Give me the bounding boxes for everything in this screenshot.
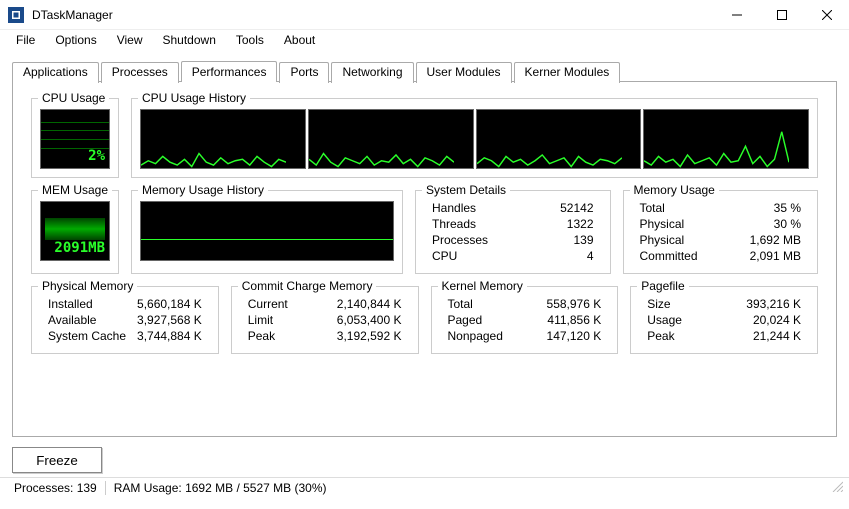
pf-usage-k: Usage xyxy=(639,313,714,329)
mu-physmb-k: Physical xyxy=(632,233,724,249)
title-bar: DTaskManager xyxy=(0,0,849,30)
freeze-button[interactable]: Freeze xyxy=(12,447,102,473)
km-paged-v: 411,856 K xyxy=(525,313,610,329)
pm-syscache-v: 3,744,884 K xyxy=(132,329,210,345)
pf-size-v: 393,216 K xyxy=(714,297,809,313)
status-ram: RAM Usage: 1692 MB / 5527 MB (30%) xyxy=(106,481,335,495)
menu-options[interactable]: Options xyxy=(45,31,106,49)
legend-system-details: System Details xyxy=(422,183,510,197)
mu-physpct-k: Physical xyxy=(632,217,724,233)
tab-user-modules[interactable]: User Modules xyxy=(416,62,512,83)
pf-peak-v: 21,244 K xyxy=(714,329,809,345)
km-total-k: Total xyxy=(440,297,525,313)
app-icon xyxy=(8,7,24,23)
menu-tools[interactable]: Tools xyxy=(226,31,274,49)
legend-cpu-history: CPU Usage History xyxy=(138,91,250,105)
mu-physmb-v: 1,692 MB xyxy=(724,233,809,249)
group-memory-usage: Memory Usage Total35 % Physical30 % Phys… xyxy=(623,190,819,274)
sd-processes-k: Processes xyxy=(424,233,524,249)
pm-installed-k: Installed xyxy=(40,297,132,313)
pm-installed-v: 5,660,184 K xyxy=(132,297,210,313)
sd-threads-v: 1322 xyxy=(524,217,601,233)
close-button[interactable] xyxy=(804,0,849,30)
sd-handles-k: Handles xyxy=(424,201,524,217)
mem-usage-gauge: 2091MB xyxy=(40,201,110,261)
status-bar: Processes: 139 RAM Usage: 1692 MB / 5527… xyxy=(0,477,849,497)
pm-available-k: Available xyxy=(40,313,132,329)
cc-peak-v: 3,192,592 K xyxy=(312,329,409,345)
mu-physpct-v: 30 % xyxy=(724,217,809,233)
tab-row: Applications Processes Performances Port… xyxy=(12,60,849,81)
group-kernel-memory: Kernel Memory Total558,976 K Paged411,85… xyxy=(431,286,619,354)
resize-grip-icon[interactable] xyxy=(831,480,843,495)
menu-file[interactable]: File xyxy=(6,31,45,49)
sd-cpu-k: CPU xyxy=(424,249,524,265)
legend-mem-usage: MEM Usage xyxy=(38,183,112,197)
maximize-button[interactable] xyxy=(759,0,804,30)
group-mem-usage: MEM Usage 2091MB xyxy=(31,190,119,274)
mu-committed-k: Committed xyxy=(632,249,724,265)
legend-pagefile: Pagefile xyxy=(637,279,688,293)
mu-total-v: 35 % xyxy=(724,201,809,217)
tab-panel: CPU Usage 2% CPU Usage History MEM Usage… xyxy=(12,81,837,437)
menu-shutdown[interactable]: Shutdown xyxy=(153,31,226,49)
pf-usage-v: 20,024 K xyxy=(714,313,809,329)
legend-mem-history: Memory Usage History xyxy=(138,183,268,197)
legend-physical-memory: Physical Memory xyxy=(38,279,137,293)
cc-current-v: 2,140,844 K xyxy=(312,297,409,313)
bottom-bar: Freeze xyxy=(0,443,849,477)
cpu-history-3 xyxy=(643,109,809,169)
tab-processes[interactable]: Processes xyxy=(101,62,179,83)
tab-ports[interactable]: Ports xyxy=(279,62,329,83)
group-physical-memory: Physical Memory Installed5,660,184 K Ava… xyxy=(31,286,219,354)
cc-limit-k: Limit xyxy=(240,313,313,329)
mu-total-k: Total xyxy=(632,201,724,217)
pf-size-k: Size xyxy=(639,297,714,313)
km-nonpaged-k: Nonpaged xyxy=(440,329,525,345)
menu-about[interactable]: About xyxy=(274,31,325,49)
group-cpu-history: CPU Usage History xyxy=(131,98,818,178)
tab-networking[interactable]: Networking xyxy=(331,62,413,83)
pf-peak-k: Peak xyxy=(639,329,714,345)
pm-available-v: 3,927,568 K xyxy=(132,313,210,329)
pm-syscache-k: System Cache xyxy=(40,329,132,345)
sd-processes-v: 139 xyxy=(524,233,601,249)
minimize-button[interactable] xyxy=(714,0,759,30)
legend-commit-charge: Commit Charge Memory xyxy=(238,279,377,293)
km-total-v: 558,976 K xyxy=(525,297,610,313)
legend-kernel-memory: Kernel Memory xyxy=(438,279,527,293)
menu-bar: File Options View Shutdown Tools About xyxy=(0,30,849,50)
menu-view[interactable]: View xyxy=(107,31,153,49)
km-paged-k: Paged xyxy=(440,313,525,329)
tab-kerner-modules[interactable]: Kerner Modules xyxy=(514,62,621,83)
sd-threads-k: Threads xyxy=(424,217,524,233)
mem-usage-value: 2091MB xyxy=(54,240,105,256)
group-commit-charge: Commit Charge Memory Current2,140,844 K … xyxy=(231,286,419,354)
status-processes: Processes: 139 xyxy=(6,481,105,495)
mu-committed-v: 2,091 MB xyxy=(724,249,809,265)
legend-cpu-usage: CPU Usage xyxy=(38,91,109,105)
cc-peak-k: Peak xyxy=(240,329,313,345)
legend-memory-usage: Memory Usage xyxy=(630,183,719,197)
sd-cpu-v: 4 xyxy=(524,249,601,265)
group-mem-history: Memory Usage History xyxy=(131,190,403,274)
cpu-history-2 xyxy=(476,109,642,169)
sd-handles-v: 52142 xyxy=(524,201,601,217)
cc-current-k: Current xyxy=(240,297,313,313)
cpu-history-1 xyxy=(308,109,474,169)
group-system-details: System Details Handles52142 Threads1322 … xyxy=(415,190,611,274)
cc-limit-v: 6,053,400 K xyxy=(312,313,409,329)
group-pagefile: Pagefile Size393,216 K Usage20,024 K Pea… xyxy=(630,286,818,354)
tab-performances[interactable]: Performances xyxy=(181,61,278,82)
group-cpu-usage: CPU Usage 2% xyxy=(31,98,119,178)
mem-history-chart xyxy=(140,201,394,261)
km-nonpaged-v: 147,120 K xyxy=(525,329,610,345)
cpu-usage-gauge: 2% xyxy=(40,109,110,169)
cpu-history-0 xyxy=(140,109,306,169)
window-title: DTaskManager xyxy=(32,8,714,22)
cpu-usage-value: 2% xyxy=(88,148,105,164)
tab-applications[interactable]: Applications xyxy=(12,62,99,83)
